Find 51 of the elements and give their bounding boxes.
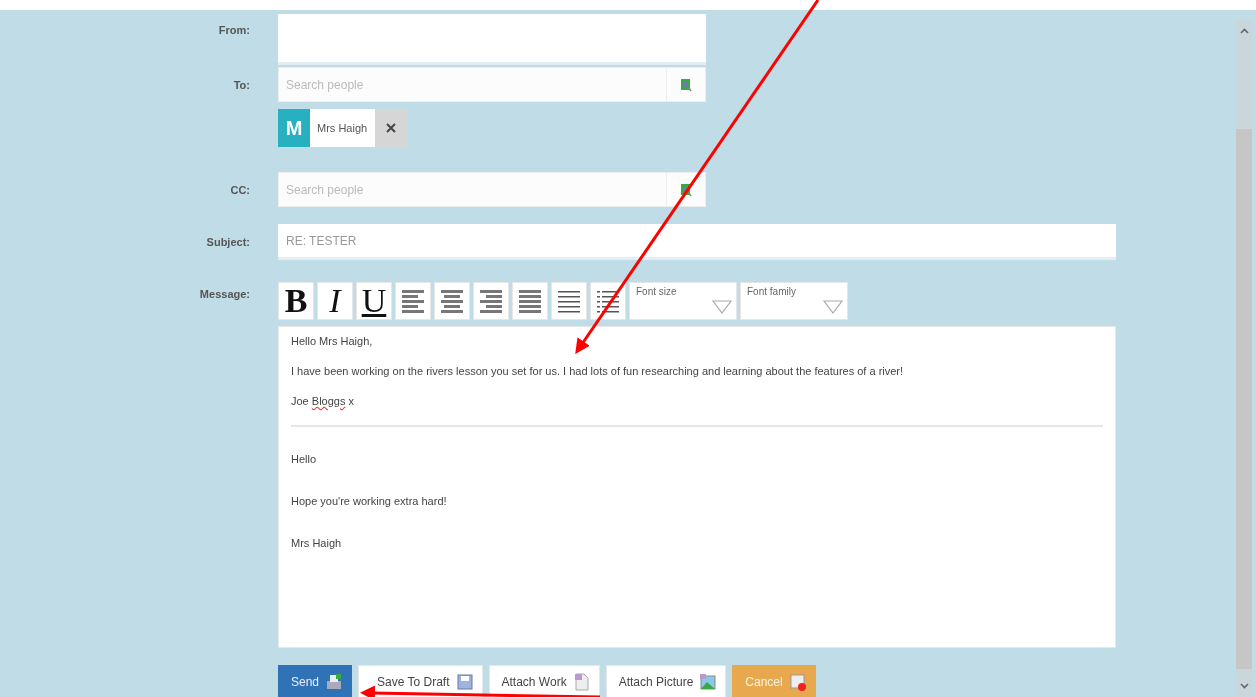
align-right-icon — [478, 287, 504, 315]
align-right-button[interactable] — [473, 282, 509, 320]
field-label: To: — [233, 79, 250, 91]
align-left-icon — [400, 287, 426, 315]
font-select[interactable]: Font family — [740, 282, 848, 320]
numbered-list-button[interactable] — [551, 282, 587, 320]
book-icon — [680, 77, 692, 92]
quoted-line: Hello — [291, 453, 318, 465]
remove-button[interactable] — [375, 109, 408, 147]
action-button[interactable]: Attach Work — [488, 665, 600, 697]
select-label: Font size — [636, 286, 677, 297]
action-button[interactable]: Attach Picture — [605, 665, 727, 697]
field-label: From: — [218, 24, 250, 36]
caret-icon — [712, 300, 732, 314]
address-book-button[interactable] — [666, 172, 706, 207]
recipient-name: Mrs Haigh — [310, 109, 376, 147]
address-book-button[interactable] — [666, 67, 706, 102]
scrollbar[interactable] — [1236, 20, 1252, 697]
scrollbar-thumb[interactable] — [1236, 129, 1252, 669]
align-justify-icon — [517, 287, 543, 315]
cancel-icon — [788, 673, 807, 691]
avatar-initial: M — [278, 109, 310, 147]
message-line: Hello Mrs Haigh, — [291, 335, 374, 347]
align-center-icon — [439, 287, 465, 315]
bulleted-list-button[interactable] — [590, 282, 626, 320]
align-left-button[interactable] — [395, 282, 431, 320]
close-icon — [386, 123, 397, 133]
message-line: I have been working on the rivers lesson you set for us. I had lots of fun researching and learning about the features of a river! — [291, 365, 905, 377]
message-line: Joe Bloggs x — [291, 395, 355, 407]
field-label: Subject: — [206, 236, 250, 248]
quoted-line: Mrs Haigh — [291, 537, 343, 549]
caret-icon — [823, 300, 843, 314]
from-field[interactable] — [278, 14, 706, 65]
document-icon — [572, 673, 591, 691]
align-justify-button[interactable] — [512, 282, 548, 320]
search-field[interactable]: Search people — [278, 172, 666, 207]
bold-button[interactable]: B — [278, 282, 314, 320]
font-select[interactable]: Font size — [629, 282, 737, 320]
italic-button[interactable]: I — [317, 282, 353, 320]
underline-button[interactable]: U — [356, 282, 392, 320]
quoted-line: Hope you're working extra hard! — [291, 495, 448, 507]
field-label: CC: — [230, 184, 250, 196]
align-center-button[interactable] — [434, 282, 470, 320]
search-field[interactable]: Search people — [278, 67, 666, 102]
book-icon — [680, 182, 692, 197]
action-button[interactable]: Save To Draft — [358, 665, 483, 697]
printer-icon — [325, 673, 344, 691]
select-label: Font family — [747, 286, 796, 297]
field-label: Message: — [199, 288, 250, 300]
action-button[interactable]: Send — [278, 665, 353, 697]
image-icon — [699, 673, 718, 691]
